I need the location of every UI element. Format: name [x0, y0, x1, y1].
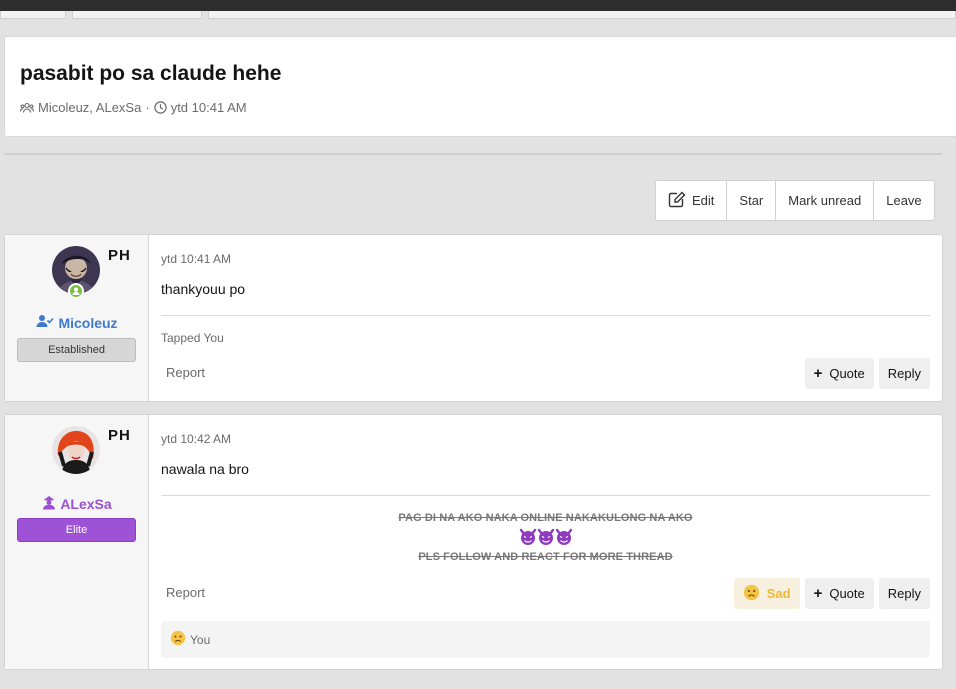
post-2-user-column: PH ALexSa Elite — [5, 415, 149, 669]
breadcrumb-item[interactable] — [0, 11, 66, 19]
signature-divider — [161, 495, 930, 496]
edit-button[interactable]: Edit — [656, 181, 726, 220]
edit-label: Edit — [692, 193, 715, 208]
thread-participants[interactable]: Micoleuz, ALexSa — [38, 100, 141, 115]
username[interactable]: Micoleuz — [5, 314, 149, 331]
user-rank-badge: Elite — [17, 518, 136, 542]
country-flag: PH — [108, 247, 131, 264]
user-rank-badge: Established — [17, 338, 136, 362]
report-link[interactable]: Report — [166, 365, 205, 380]
breadcrumb-item[interactable] — [72, 11, 202, 19]
mark-unread-button[interactable]: Mark unread — [775, 181, 873, 220]
signature-line-2: PLS FOLLOW AND REACT FOR MORE THREAD — [418, 551, 673, 563]
devil-face-icon — [555, 528, 573, 551]
post-body: thankyouu po — [161, 281, 246, 297]
username-label: Micoleuz — [58, 314, 118, 331]
quote-button[interactable]: + Quote — [804, 358, 874, 389]
users-icon — [20, 102, 34, 114]
breadcrumb — [0, 11, 956, 20]
devil-face-icon — [537, 528, 555, 551]
reactions-bar[interactable]: You — [161, 621, 930, 658]
clock-icon — [153, 101, 167, 114]
section-divider — [4, 153, 942, 155]
signature-divider — [161, 315, 930, 316]
post-footer: Report + Quote Reply — [161, 358, 930, 389]
thread-header: pasabit po sa claude hehe Micoleuz, ALex… — [4, 36, 956, 137]
signature-emojis — [161, 528, 930, 551]
post-body: nawala na bro — [161, 461, 249, 477]
quote-button[interactable]: + Quote — [804, 578, 874, 609]
post-2: PH ALexSa Elite ytd 10:42 AM nawala na b… — [4, 414, 943, 670]
window-top-bar — [0, 0, 956, 11]
plus-icon: + — [813, 585, 823, 602]
sad-face-icon — [743, 584, 760, 604]
leave-button[interactable]: Leave — [873, 181, 933, 220]
quote-label: Quote — [829, 586, 865, 601]
signature-line-1: PAG DI NA AKO NAKA ONLINE NAKAKULONG NA … — [398, 512, 693, 524]
post-1: PH Micoleuz Established ytd 10:41 AM tha… — [4, 234, 943, 402]
thread-meta: Micoleuz, ALexSa · ytd 10:41 AM — [20, 100, 247, 115]
post-footer: Report Sad + Quote Reply — [161, 578, 930, 609]
plus-icon: + — [813, 365, 823, 382]
devil-face-icon — [519, 528, 537, 551]
thread-title: pasabit po sa claude hehe — [20, 62, 282, 85]
post-timestamp[interactable]: ytd 10:42 AM — [161, 432, 231, 446]
reply-button[interactable]: Reply — [878, 578, 930, 609]
user-hat-icon — [42, 495, 56, 513]
username[interactable]: ALexSa — [5, 495, 149, 513]
country-flag: PH — [108, 427, 131, 444]
reaction-sad-button[interactable]: Sad — [733, 578, 800, 609]
meta-separator: · — [145, 100, 150, 115]
post-timestamp[interactable]: ytd 10:41 AM — [161, 252, 231, 266]
post-1-user-column: PH Micoleuz Established — [5, 235, 149, 401]
reaction-by[interactable]: You — [190, 633, 210, 647]
report-link[interactable]: Report — [166, 585, 205, 600]
signature: Tapped You — [161, 331, 224, 345]
breadcrumb-item[interactable] — [208, 11, 956, 19]
edit-icon — [668, 191, 686, 211]
user-check-icon — [36, 314, 55, 331]
quote-label: Quote — [829, 366, 865, 381]
reply-button[interactable]: Reply — [878, 358, 930, 389]
star-button[interactable]: Star — [726, 181, 775, 220]
reaction-label: Sad — [766, 586, 791, 601]
thread-time[interactable]: ytd 10:41 AM — [171, 100, 247, 115]
avatar[interactable] — [52, 426, 100, 474]
sad-face-icon — [170, 630, 186, 649]
thread-action-bar: Edit Star Mark unread Leave — [655, 180, 935, 221]
username-label: ALexSa — [60, 496, 112, 512]
online-user-icon — [68, 283, 84, 299]
